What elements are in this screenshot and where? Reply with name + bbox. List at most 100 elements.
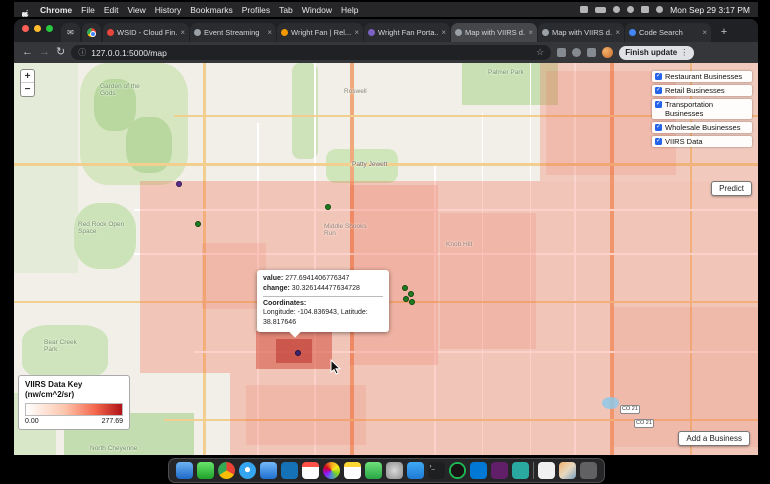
dock-appstore-icon[interactable] [406, 462, 424, 479]
pinned-tab-mail[interactable]: ✉ [61, 23, 80, 42]
tab-title: Map with VIIRS d... [465, 28, 526, 37]
business-marker-purple[interactable] [176, 181, 182, 187]
wifi-icon[interactable] [613, 6, 621, 13]
new-tab-button[interactable]: + [716, 24, 732, 40]
business-marker-green[interactable] [408, 291, 414, 297]
tab-wright-fan-portal[interactable]: Wright Fan Porta... × [364, 23, 450, 42]
checkbox-checked-icon[interactable] [655, 86, 662, 94]
tab-title: Wright Fan Porta... [378, 28, 439, 37]
menubar-item-bookmarks[interactable]: Bookmarks [190, 5, 233, 15]
tab-close-icon[interactable]: × [354, 28, 359, 37]
extensions-puzzle-icon[interactable] [587, 48, 597, 57]
reload-button[interactable]: ↻ [56, 47, 65, 58]
dock-spotify-icon[interactable] [448, 462, 466, 479]
tab-close-icon[interactable]: × [615, 28, 620, 37]
finish-update-button[interactable]: Finish update ⋮ [619, 45, 695, 60]
tab-close-icon[interactable]: × [180, 28, 185, 37]
layer-row-retail[interactable]: Retail Businesses [652, 85, 752, 96]
menubar-item-tab[interactable]: Tab [279, 5, 293, 15]
tab-map-viirs-2[interactable]: Map with VIIRS d... × [538, 23, 624, 42]
dock-chrome-icon[interactable] [217, 462, 235, 479]
screen-mirroring-icon[interactable] [580, 6, 589, 13]
tab-close-icon[interactable]: × [267, 28, 272, 37]
control-center-icon[interactable] [641, 6, 650, 13]
menubar-item-window[interactable]: Window [302, 5, 332, 15]
dock-photos-icon[interactable] [322, 462, 340, 479]
cast-icon[interactable] [557, 48, 567, 57]
zoom-out-button[interactable]: − [21, 83, 34, 96]
menubar-item-history[interactable]: History [155, 5, 181, 15]
address-bar[interactable]: ⓘ 127.0.0.1:5000/map ☆ [71, 45, 552, 60]
spotlight-icon[interactable] [627, 6, 635, 13]
battery-icon[interactable] [595, 6, 607, 13]
forward-button[interactable]: → [39, 47, 50, 58]
menubar-item-file[interactable]: File [81, 5, 95, 15]
business-marker-green[interactable] [409, 299, 415, 305]
tab-wsid-cloud[interactable]: WSID - Cloud Fin... × [103, 23, 189, 42]
menubar-item-help[interactable]: Help [341, 5, 358, 15]
map-label: Knob Hill [446, 241, 473, 248]
dock-settings-icon[interactable] [385, 462, 403, 479]
dock-slack-icon[interactable] [490, 462, 508, 479]
site-info-icon[interactable]: ⓘ [78, 47, 86, 58]
business-marker-green[interactable] [325, 204, 331, 210]
extension-icon[interactable] [572, 48, 582, 57]
dock-safari-icon[interactable] [238, 462, 256, 479]
menubar-item-chrome[interactable]: Chrome [40, 5, 72, 15]
checkbox-checked-icon[interactable] [655, 100, 662, 108]
menubar-clock[interactable]: Mon Sep 29 3:17 PM [670, 5, 750, 15]
tab-map-viirs-active[interactable]: Map with VIIRS d... × [451, 23, 537, 42]
profile-avatar[interactable] [602, 47, 614, 58]
checkbox-checked-icon[interactable] [655, 123, 662, 131]
dock-vscode-icon[interactable] [469, 462, 487, 479]
tab-wright-fan-rel[interactable]: Wright Fan | Rel... × [277, 23, 363, 42]
selected-cell-marker[interactable] [295, 350, 301, 356]
layer-row-viirs[interactable]: VIIRS Data [652, 136, 752, 147]
dock-window-thumbnail[interactable] [558, 462, 576, 479]
checkbox-checked-icon[interactable] [655, 137, 662, 145]
bookmark-star-icon[interactable]: ☆ [536, 47, 544, 58]
business-marker-green[interactable] [195, 221, 201, 227]
minimize-window-button[interactable] [34, 25, 41, 32]
zoom-window-button[interactable] [46, 25, 53, 32]
dock-mail-icon[interactable] [259, 462, 277, 479]
layer-row-transportation[interactable]: Transportation Businesses [652, 99, 752, 119]
dock-docker-icon[interactable] [511, 462, 529, 479]
dock-calendar-icon[interactable] [301, 462, 319, 479]
menubar-item-profiles[interactable]: Profiles [242, 5, 270, 15]
tab-code-search[interactable]: Code Search × [625, 23, 711, 42]
pinned-tab-chrome[interactable] [82, 23, 101, 42]
close-window-button[interactable] [22, 25, 29, 32]
tab-favicon [455, 29, 462, 36]
business-marker-green[interactable] [402, 285, 408, 291]
map-canvas[interactable]: Garden of the Gods Roswell Patty Jewett … [14, 63, 758, 455]
tab-close-icon[interactable]: × [441, 28, 446, 37]
tab-event-streaming[interactable]: Event Streaming × [190, 23, 276, 42]
checkbox-checked-icon[interactable] [655, 72, 662, 80]
dock-notes-icon[interactable] [343, 462, 361, 479]
back-button[interactable]: ← [22, 47, 33, 58]
menubar-item-view[interactable]: View [127, 5, 145, 15]
dock-trash-icon[interactable] [579, 462, 597, 479]
layer-label: Restaurant Businesses [665, 72, 743, 81]
tab-close-icon[interactable]: × [528, 28, 533, 37]
apple-menu-icon[interactable] [21, 5, 31, 17]
dock-terminal-icon[interactable]: ›_ [427, 462, 445, 479]
menubar-item-edit[interactable]: Edit [104, 5, 119, 15]
dock-facetime-icon[interactable] [196, 462, 214, 479]
add-business-button[interactable]: Add a Business [678, 431, 750, 446]
zoom-in-button[interactable]: + [21, 70, 34, 83]
dock-contacts-icon[interactable] [175, 462, 193, 479]
layer-row-wholesale[interactable]: Wholesale Businesses [652, 122, 752, 133]
dock-document-icon[interactable] [537, 462, 555, 479]
predict-button[interactable]: Predict [711, 181, 752, 196]
tab-close-icon[interactable]: × [702, 28, 707, 37]
siri-icon[interactable] [656, 6, 664, 13]
popup-coordinates-label: Coordinates: [263, 299, 307, 307]
mouse-cursor [330, 359, 341, 375]
layer-row-restaurant[interactable]: Restaurant Businesses [652, 71, 752, 82]
map-label: North Cheyenne [90, 445, 138, 452]
dock-phone-icon[interactable] [364, 462, 382, 479]
dock-xcode-icon[interactable] [280, 462, 298, 479]
legend-min: 0.00 [25, 418, 39, 426]
